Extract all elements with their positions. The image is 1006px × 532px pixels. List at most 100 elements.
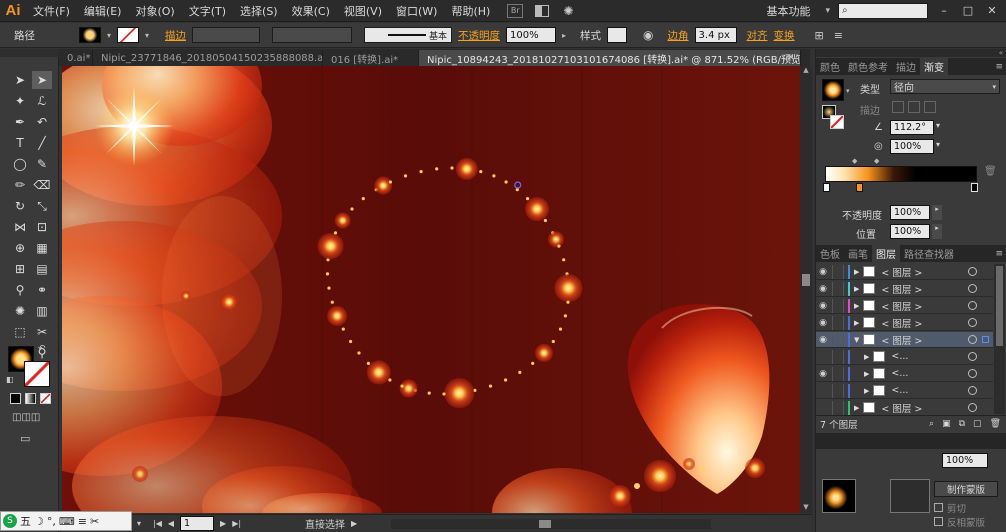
layer-row[interactable]: ◉ ▶ < 图层 > [816, 315, 993, 331]
gradient-tool-icon[interactable]: ▤ [32, 260, 52, 278]
make-mask-button[interactable]: 制作蒙版 [934, 481, 998, 497]
sublayer-row[interactable]: ◉ ▶ <... [816, 366, 993, 382]
stroke-label[interactable]: 描边 [165, 28, 186, 43]
selection-indicator-icon[interactable] [982, 336, 989, 343]
pen-tool-icon[interactable]: ✒ [10, 113, 30, 131]
opacity-dropdown-icon[interactable]: ▸ [562, 31, 566, 40]
menu-view[interactable]: 视图(V) [337, 3, 389, 19]
scroll-thumb[interactable] [802, 274, 810, 286]
lock-toggle[interactable] [832, 383, 844, 398]
visibility-eye-icon[interactable]: ◉ [816, 318, 830, 328]
zoom-dropdown-icon[interactable]: ▾ [137, 519, 141, 528]
stroke-gradient-option-icon[interactable] [892, 101, 904, 113]
horizontal-scroll-thumb[interactable] [539, 519, 552, 528]
tab-color-guide[interactable]: 颜色参考 [844, 59, 892, 74]
gradient-stop-icon[interactable] [856, 183, 863, 192]
lock-toggle[interactable] [832, 366, 844, 381]
direct-selection-tool-icon[interactable]: ➤ [32, 71, 52, 89]
menu-effect[interactable]: 效果(C) [285, 3, 337, 19]
chevron-right-icon[interactable]: ▶ [864, 370, 869, 378]
document-tab[interactable]: Nipic_23771846_20180504150235888088.ai* [93, 50, 323, 66]
stop-location-field[interactable]: 100% [890, 224, 930, 239]
layer-label[interactable]: <... [891, 368, 908, 379]
symbol-sprayer-tool-icon[interactable]: ✺ [10, 302, 30, 320]
first-artboard-icon[interactable]: |◀ [153, 519, 162, 528]
transform-label[interactable]: 变换 [774, 28, 795, 43]
target-circle-icon[interactable] [968, 318, 977, 327]
dock-header[interactable]: « [816, 49, 1006, 57]
make-clipping-mask-icon[interactable]: ▣ [942, 419, 951, 429]
chevron-right-icon[interactable]: ▶ [854, 268, 859, 276]
midpoint-marker-icon[interactable]: ◆ [874, 157, 879, 165]
gradient-stop-icon[interactable] [971, 183, 978, 192]
layer-label[interactable]: < 图层 > [881, 299, 922, 313]
close-button[interactable]: ✕ [984, 4, 1000, 18]
clip-checkbox[interactable] [934, 503, 943, 512]
brush-definition-field[interactable]: 基本 [364, 27, 453, 43]
selection-tool-icon[interactable]: ➤ [10, 71, 30, 89]
layer-label[interactable]: < 图层 > [881, 316, 922, 330]
target-circle-icon[interactable] [968, 369, 977, 378]
transparency-opacity-field[interactable]: 100% [942, 453, 988, 468]
horizontal-scrollbar[interactable] [391, 518, 712, 529]
tab-brushes[interactable]: 画笔 [844, 246, 872, 261]
draw-mode-icon[interactable]: ◫◫◫ [12, 412, 40, 423]
menu-edit[interactable]: 编辑(E) [77, 3, 129, 19]
ime-mode[interactable]: 五 [20, 513, 31, 529]
fill-swatch[interactable] [79, 27, 101, 43]
new-layer-icon[interactable]: ▢ [973, 419, 982, 429]
scroll-up-icon[interactable]: ▲ [800, 66, 812, 76]
maximize-button[interactable]: □ [960, 4, 976, 18]
type-tool-icon[interactable]: T [10, 134, 30, 152]
free-transform-tool-icon[interactable]: ⊡ [32, 218, 52, 236]
bridge-button[interactable]: Br [507, 3, 524, 18]
color-mode-icon[interactable] [10, 393, 21, 404]
rotate-tool-icon[interactable]: ↻ [10, 197, 30, 215]
target-circle-icon[interactable] [968, 352, 977, 361]
layers-scroll-thumb[interactable] [996, 266, 1003, 346]
menu-select[interactable]: 选择(S) [233, 3, 285, 19]
visibility-eye-icon[interactable]: ◉ [816, 369, 830, 379]
style-swatch[interactable] [607, 27, 628, 43]
locate-object-icon[interactable]: ⌕ [929, 419, 934, 429]
stop-opacity-dropdown-icon[interactable]: ▸ [932, 205, 942, 220]
stroke-swatch[interactable] [117, 27, 140, 43]
new-sublayer-icon[interactable]: ⧉ [959, 419, 965, 429]
ime-tools-icon[interactable]: ✂ [90, 515, 99, 528]
tab-gradient[interactable]: 渐变 [920, 58, 948, 75]
stroke-dropdown-icon[interactable]: ▾ [145, 31, 149, 40]
tools-collapse-handle[interactable] [0, 49, 59, 57]
swap-fill-stroke-icon[interactable]: ↶ [38, 344, 46, 354]
target-circle-icon[interactable] [968, 301, 977, 310]
pencil-tool-icon[interactable]: ✏ [10, 176, 30, 194]
sublayer-row[interactable]: ▶ <... [816, 383, 993, 399]
midpoint-marker-icon[interactable]: ◆ [852, 157, 857, 165]
tab-stroke[interactable]: 描边 [892, 59, 920, 74]
scale-tool-icon[interactable]: ⤡ [32, 197, 52, 215]
object-thumbnail[interactable] [822, 479, 856, 513]
gradient-mode-icon[interactable] [25, 393, 36, 404]
blend-tool-icon[interactable]: ⚭ [32, 281, 52, 299]
angle-dropdown-icon[interactable]: ▾ [936, 121, 940, 130]
gradient-angle-field[interactable]: 112.2° [890, 120, 934, 135]
gradient-type-select[interactable]: 径向 ▾ [890, 79, 1000, 94]
chevron-right-icon[interactable]: ▶ [864, 353, 869, 361]
close-tab-icon[interactable]: ✕ [787, 50, 795, 66]
invert-mask-checkbox[interactable] [934, 517, 943, 526]
paintbrush-tool-icon[interactable]: ✎ [32, 155, 52, 173]
visibility-eye-icon[interactable]: ◉ [816, 267, 830, 277]
perspective-grid-tool-icon[interactable]: ▦ [32, 239, 52, 257]
stroke-gradient-option-icon[interactable] [924, 101, 936, 113]
target-circle-icon[interactable] [968, 386, 977, 395]
gradient-preview-dropdown-icon[interactable]: ▾ [846, 87, 850, 95]
document-tab[interactable]: 0.ai* [59, 50, 93, 66]
document-tab[interactable]: 016 [转换].ai* [323, 50, 419, 66]
width-tool-icon[interactable]: ⋈ [10, 218, 30, 236]
layers-scrollbar[interactable] [994, 264, 1005, 414]
delete-stop-icon[interactable]: 🗑 [984, 166, 997, 177]
chevron-down-icon[interactable]: ▼ [854, 336, 859, 344]
mask-thumbnail[interactable] [890, 479, 930, 513]
target-circle-icon[interactable] [968, 267, 977, 276]
none-mode-icon[interactable] [40, 393, 51, 404]
ime-keyboard-icon[interactable]: ⌨ [59, 515, 75, 528]
